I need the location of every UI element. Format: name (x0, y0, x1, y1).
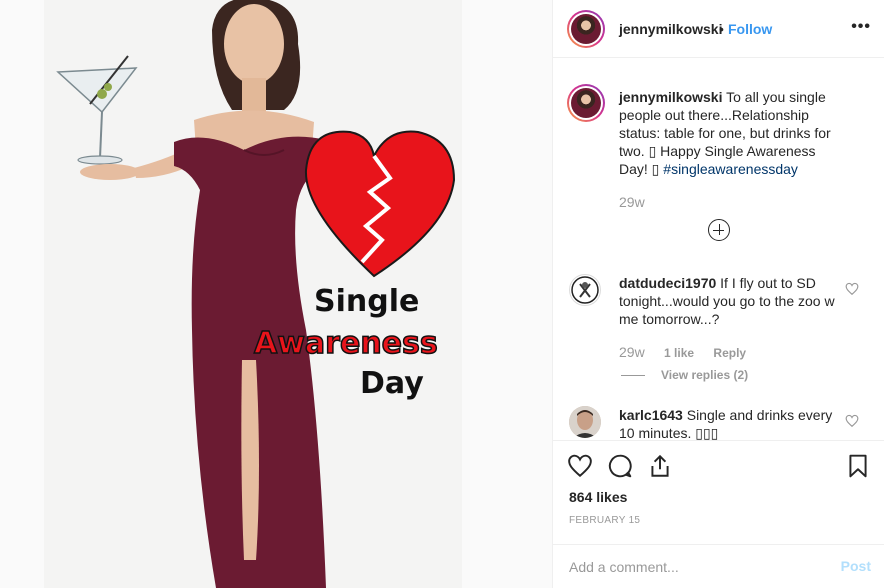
caption-text: jennymilkowski To all you single people … (619, 88, 843, 178)
post-comment-button[interactable]: Post (841, 558, 871, 574)
comment-icon[interactable] (607, 453, 633, 479)
reply-button[interactable]: Reply (713, 346, 746, 360)
comment-likes[interactable]: 1 like (664, 346, 694, 360)
view-replies-button[interactable]: View replies (2) (621, 368, 748, 382)
likes-count[interactable]: 864 likes (569, 489, 627, 505)
replies-divider (621, 375, 645, 377)
comment-like-icon[interactable] (845, 282, 859, 296)
post-date: FEBRUARY 15 (569, 515, 641, 526)
caption-username[interactable]: jennymilkowski (619, 89, 722, 105)
load-more-comments-icon[interactable] (708, 219, 730, 241)
follow-button[interactable]: Follow (728, 21, 772, 37)
caption-meta: 29w (619, 194, 661, 210)
comment-username[interactable]: karlc1643 (619, 407, 683, 423)
post-details-panel: jennymilkowski • Follow ••• jennymilkows… (552, 0, 884, 588)
header-separator: • (719, 21, 724, 37)
instagram-post-modal: Single Awareness Day jennymilkowski • Fo… (0, 0, 884, 588)
share-icon[interactable] (647, 453, 673, 479)
image-text-day: Day (360, 366, 424, 401)
comment-text: karlc1643 Single and drinks every 10 min… (619, 406, 843, 440)
view-replies-label: View replies (2) (661, 368, 749, 382)
image-text-awareness: Awareness (253, 325, 438, 362)
post-media-area: Single Awareness Day (0, 0, 552, 588)
post-header: jennymilkowski • Follow ••• (553, 0, 884, 58)
post-image[interactable]: Single Awareness Day (44, 0, 462, 588)
comment-meta: 29w 1 like Reply (619, 344, 762, 360)
post-actions: 864 likes FEBRUARY 15 (553, 440, 884, 544)
caption-avatar[interactable] (567, 84, 605, 122)
comment-text: datdudeci1970 If I fly out to SD tonight… (619, 274, 843, 328)
more-options-icon[interactable]: ••• (851, 18, 871, 36)
comment-like-icon[interactable] (845, 414, 859, 428)
comments-list: jennymilkowski To all you single people … (553, 70, 884, 440)
comment-avatar[interactable] (569, 274, 601, 306)
author-username[interactable]: jennymilkowski (619, 21, 722, 37)
comment-username[interactable]: datdudeci1970 (619, 275, 716, 291)
heart-icon[interactable] (567, 453, 593, 479)
comment-avatar[interactable] (569, 406, 601, 438)
bookmark-icon[interactable] (845, 453, 871, 479)
caption-time: 29w (619, 194, 645, 210)
add-comment-input[interactable] (569, 557, 819, 577)
caption-hashtag[interactable]: #singleawarenessday (663, 161, 798, 177)
author-avatar[interactable] (567, 10, 605, 48)
comment-time: 29w (619, 344, 645, 360)
image-text-single: Single (314, 284, 420, 319)
add-comment-bar: Post (553, 544, 884, 588)
